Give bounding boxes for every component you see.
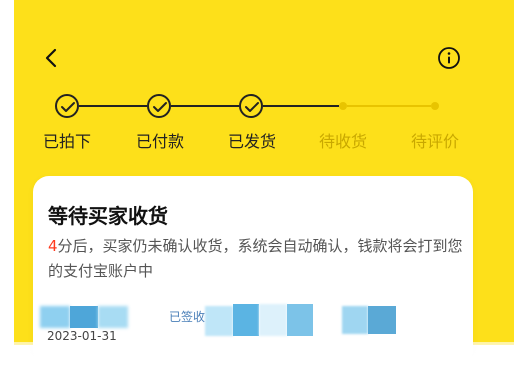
redaction-block [342, 306, 368, 334]
redaction-block [233, 304, 259, 336]
step-2-check-icon [147, 94, 171, 118]
redaction-block [259, 304, 287, 336]
status-title: 等待买家收货 [48, 204, 168, 228]
redaction-block [205, 306, 233, 336]
step-1-check-icon [55, 94, 79, 118]
redaction-block [368, 306, 396, 334]
countdown-minutes: 4 [48, 237, 58, 255]
redaction-block [40, 306, 70, 328]
logistics-date: 2023-01-31 [47, 329, 117, 343]
step-label: 已付款 [135, 132, 185, 151]
step-connector [79, 105, 147, 107]
status-description: 4分后，买家仍未确认收货，系统会自动确认，钱款将会打到您的支付宝账户中 [48, 234, 468, 284]
step-label: 待评价 [410, 132, 460, 151]
logistics-status: 已签收 [169, 310, 206, 324]
status-description-text: 分后，买家仍未确认收货，系统会自动确认，钱款将会打到您的支付宝账户中 [48, 237, 463, 280]
redaction-block [287, 304, 313, 336]
step-3-check-icon [239, 94, 263, 118]
step-connector [263, 105, 339, 107]
step-5-dot-icon [431, 102, 439, 110]
redaction-block [70, 306, 98, 328]
redaction-block [98, 306, 128, 328]
order-progress: 已拍下 已付款 已发货 待收货 待评价 [0, 0, 528, 160]
step-label: 已拍下 [42, 132, 92, 151]
step-label: 待收货 [318, 132, 368, 151]
step-connector [171, 105, 239, 107]
step-connector-pending [347, 105, 431, 107]
step-label: 已发货 [227, 132, 277, 151]
bottom-fade [0, 342, 528, 387]
step-4-dot-icon [339, 102, 347, 110]
